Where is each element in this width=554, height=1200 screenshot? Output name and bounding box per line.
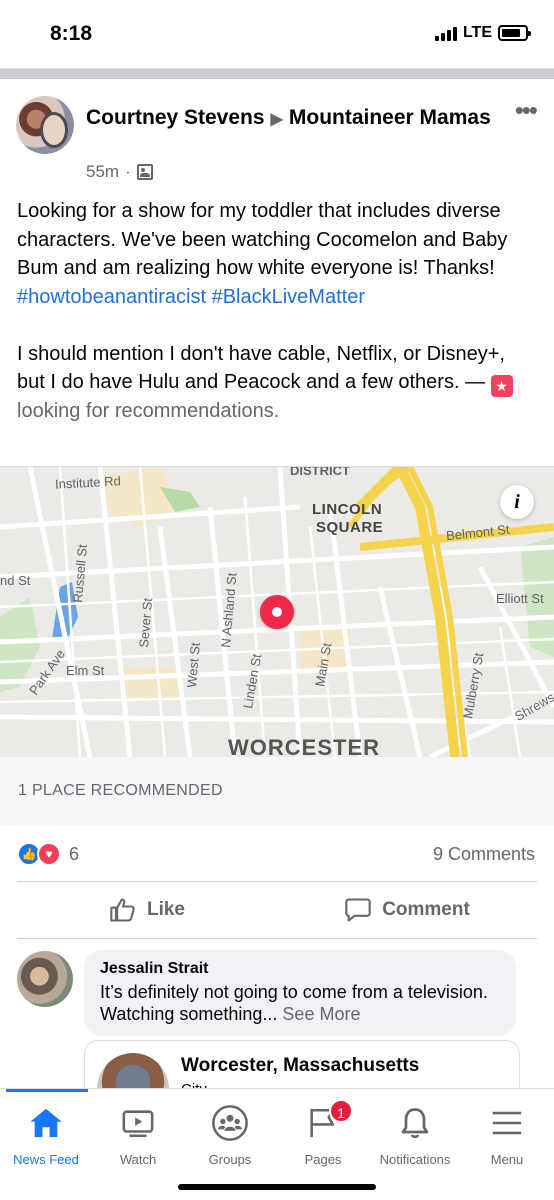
status-indicators: LTE — [434, 24, 531, 42]
hashtag-link[interactable]: #howtobeanantiracist — [17, 286, 206, 308]
tab-label: Pages — [304, 1152, 342, 1167]
groups-icon — [184, 1103, 276, 1143]
places-recommended-bar[interactable]: 1 PLACE RECOMMENDED — [0, 757, 554, 825]
love-reaction-icon: ♥ — [37, 842, 61, 866]
comment-text: It’s definitely not going to come from a… — [100, 981, 500, 1025]
map-city-label: WORCESTER — [228, 735, 380, 757]
map-label: LINCOLN — [312, 501, 383, 518]
post-paragraph-1: Looking for a show for my toddler that i… — [17, 197, 537, 311]
see-more-link[interactable]: See More — [282, 1004, 360, 1024]
reactions-row: 👍 ♥ 6 9 Comments — [17, 842, 537, 868]
map-label: DISTRICT — [290, 467, 350, 478]
map-label: Elm St — [66, 663, 105, 678]
pages-flag-icon: 1 — [277, 1099, 369, 1143]
map-info-icon[interactable]: i — [500, 485, 534, 519]
comment-bubble[interactable]: Jessalin Strait It’s definitely not goin… — [84, 950, 516, 1036]
post-body: Looking for a show for my toddler that i… — [17, 197, 537, 426]
recommendation-star-icon: ★ — [490, 375, 513, 397]
meta-separator: · — [125, 162, 131, 181]
signal-icon — [434, 25, 457, 41]
tab-notifications[interactable]: Notifications — [369, 1103, 461, 1167]
tab-pages[interactable]: 1 Pages — [277, 1099, 369, 1167]
arrow-right-icon: ▶ — [270, 111, 283, 128]
post-header: Courtney Stevens ▶ Mountaineer Mamas 55m ·… — [16, 96, 538, 186]
places-recommended-text: 1 PLACE RECOMMENDED — [18, 782, 223, 799]
notification-badge: 1 — [329, 1099, 353, 1123]
watch-icon — [92, 1103, 184, 1143]
tab-label: Watch — [119, 1152, 157, 1167]
comment-label: Comment — [382, 899, 470, 920]
more-options-icon[interactable]: ••• — [515, 97, 538, 123]
post-meta: 55m · — [86, 162, 153, 182]
post-text-2: I should mention I don't have cable, Net… — [17, 342, 505, 394]
group-privacy-icon — [136, 164, 153, 180]
thumbs-up-icon — [110, 898, 135, 922]
menu-icon — [461, 1103, 553, 1143]
group-name[interactable]: Mountaineer Mamas — [289, 106, 491, 129]
post-text-1: Looking for a show for my toddler that i… — [17, 200, 508, 279]
map[interactable]: DISTRICT Institute Rd LINCOLN SQUARE Bel… — [0, 467, 554, 757]
network-type: LTE — [462, 24, 492, 41]
bottom-tab-bar: News Feed Watch Groups 1 Pages Notificat… — [0, 1088, 554, 1200]
tab-groups[interactable]: Groups — [184, 1103, 276, 1167]
home-indicator — [178, 1184, 376, 1190]
divider — [17, 938, 537, 939]
map-label: Elliott St — [496, 591, 544, 606]
battery-icon — [498, 25, 531, 41]
post-time[interactable]: 55m — [86, 162, 119, 182]
comment-author[interactable]: Jessalin Strait — [100, 960, 500, 978]
tab-label: Menu — [490, 1152, 524, 1167]
tab-label: News Feed — [13, 1152, 79, 1167]
bell-icon — [369, 1103, 461, 1143]
author-avatar[interactable] — [16, 96, 74, 154]
place-title: Worcester, Massachusetts — [181, 1055, 420, 1076]
map-pin-icon[interactable] — [260, 595, 294, 629]
tab-menu[interactable]: Menu — [461, 1103, 553, 1167]
post-actions: Like Comment — [17, 882, 537, 938]
post-author-line: Courtney Stevens ▶ Mountaineer Mamas — [86, 104, 506, 134]
status-bar: 8:18 LTE — [0, 0, 554, 68]
reaction-icons[interactable]: 👍 ♥ — [17, 842, 61, 866]
like-button[interactable]: Like — [17, 882, 277, 938]
map-label: SQUARE — [316, 519, 384, 536]
active-tab-indicator — [6, 1089, 88, 1092]
tab-watch[interactable]: Watch — [92, 1103, 184, 1167]
post-paragraph-2: I should mention I don't have cable, Net… — [17, 340, 537, 426]
home-icon — [0, 1103, 92, 1143]
tab-label: Groups — [208, 1152, 252, 1167]
recommendations-map-card[interactable]: DISTRICT Institute Rd LINCOLN SQUARE Bel… — [0, 466, 554, 825]
comment-icon — [345, 898, 371, 922]
comment-button[interactable]: Comment — [277, 882, 537, 938]
author-name[interactable]: Courtney Stevens — [86, 106, 265, 129]
tab-label: Notifications — [379, 1152, 451, 1167]
activity-text[interactable]: looking for recommendations. — [17, 400, 279, 422]
map-label: nd St — [0, 573, 31, 588]
comments-count[interactable]: 9 Comments — [433, 844, 535, 865]
feed-divider — [0, 68, 554, 79]
like-label: Like — [146, 899, 186, 920]
status-time: 8:18 — [50, 22, 93, 45]
reaction-count[interactable]: 6 — [69, 844, 79, 865]
tab-news-feed[interactable]: News Feed — [0, 1103, 92, 1167]
hashtag-link[interactable]: #BlackLiveMatter — [212, 286, 365, 308]
commenter-avatar[interactable] — [17, 951, 73, 1007]
